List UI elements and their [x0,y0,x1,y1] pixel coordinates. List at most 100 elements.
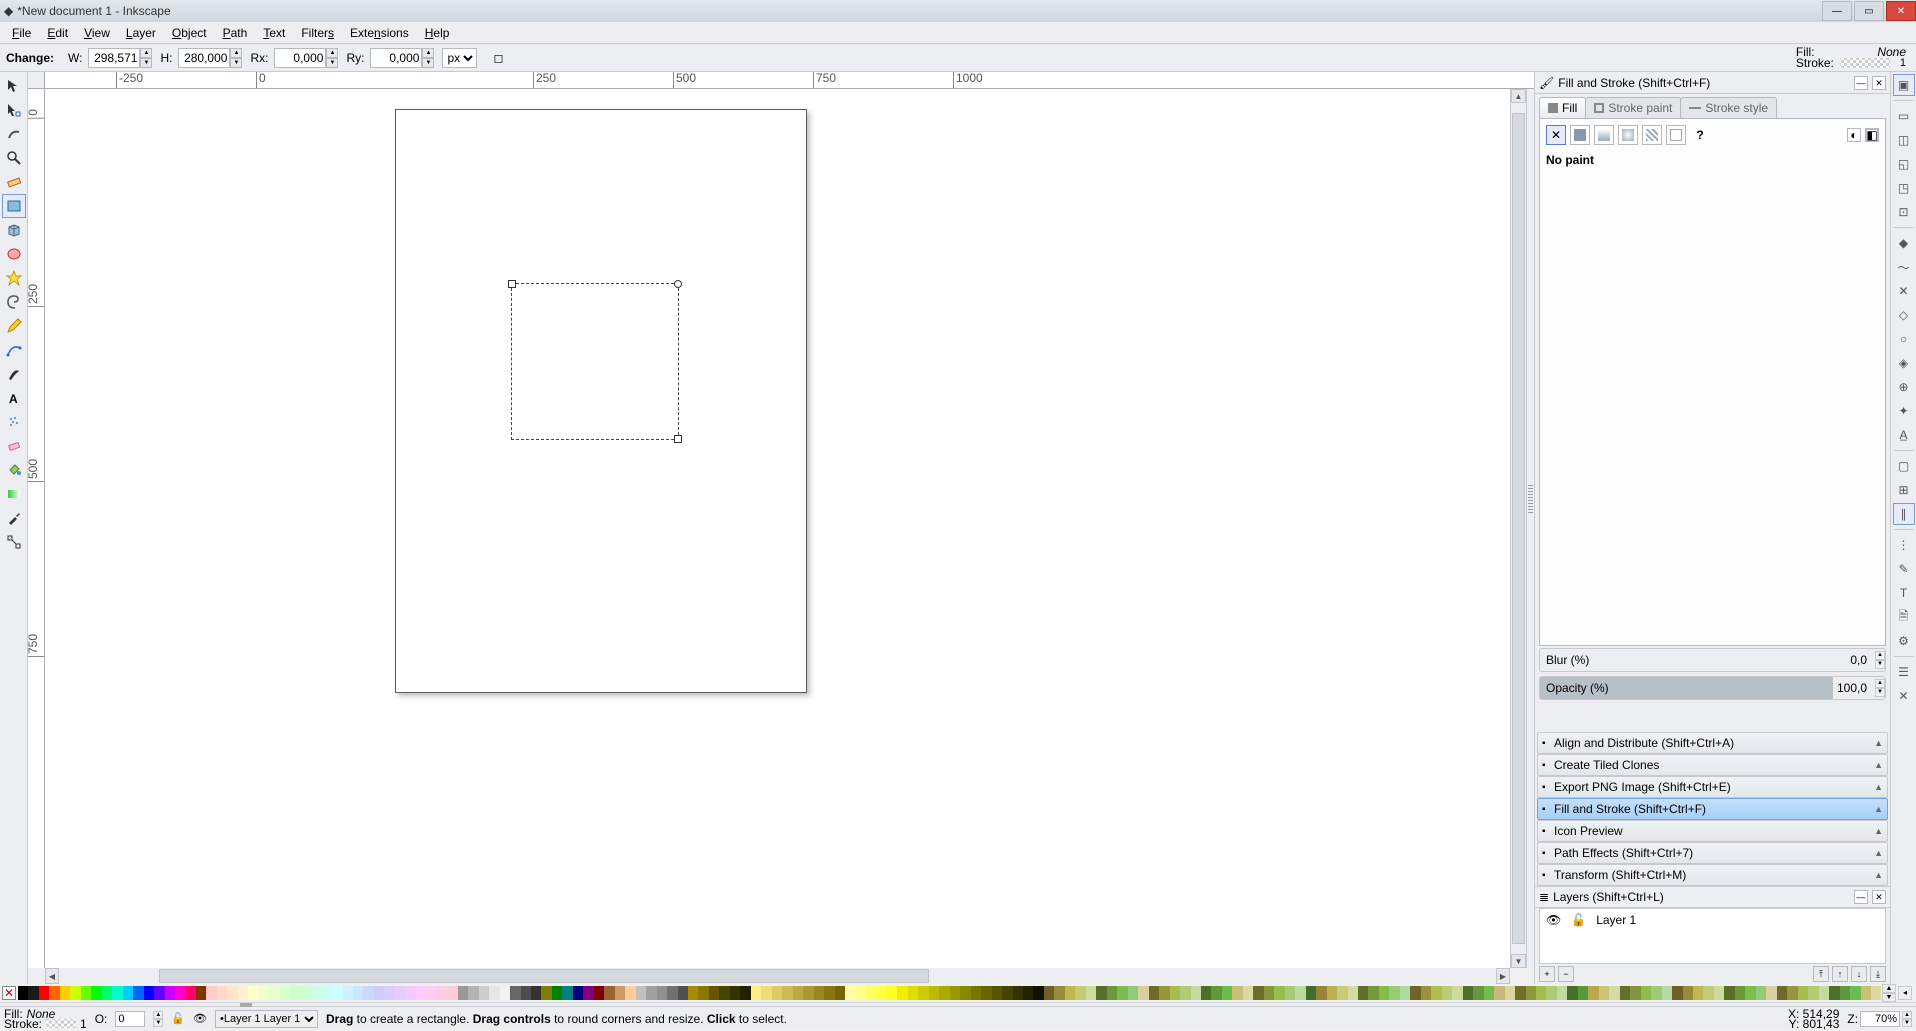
color-swatch[interactable] [709,986,719,1000]
color-swatch[interactable] [657,986,667,1000]
menu-filters[interactable]: Filters [293,23,342,43]
snap-close-icon[interactable]: ✕ [1893,685,1915,707]
width-field[interactable] [88,48,140,68]
color-swatch[interactable] [280,986,290,1000]
color-swatch[interactable] [1546,986,1556,1000]
rx-input[interactable]: ▲▼ [274,48,338,68]
menu-help[interactable]: Help [417,23,458,43]
color-swatch[interactable] [866,986,876,1000]
color-swatch[interactable] [1232,986,1242,1000]
color-swatch[interactable] [1023,986,1033,1000]
dock-minimize-icon[interactable]: — [1854,76,1868,90]
close-button[interactable]: ✕ [1886,1,1916,21]
ry-input[interactable]: ▲▼ [370,48,434,68]
color-swatch[interactable] [1515,986,1525,1000]
snap-bbox-icon[interactable]: ▭ [1893,105,1915,127]
zoom-control[interactable]: Z: ▲▼ [1847,1011,1912,1027]
color-swatch[interactable] [259,986,269,1000]
color-swatch[interactable] [102,986,112,1000]
rectangle-tool[interactable] [2,194,26,218]
color-swatch[interactable] [1756,986,1766,1000]
color-swatch[interactable] [1662,986,1672,1000]
snap-rotation-center-icon[interactable]: ✦ [1893,400,1915,422]
tab-stroke-paint[interactable]: Stroke paint [1585,97,1681,118]
color-swatch[interactable] [1442,986,1452,1000]
snap-misc-icon[interactable]: ☰ [1893,661,1915,683]
dialog-row[interactable]: ▪Align and Distribute (Shift+Ctrl+A)▲ [1537,732,1888,754]
expand-icon[interactable]: ▲ [1874,826,1883,836]
color-swatch[interactable] [1201,986,1211,1000]
snap-prefs-icon[interactable]: ⚙ [1893,630,1915,652]
color-swatch[interactable] [1421,986,1431,1000]
color-swatch[interactable] [1672,986,1682,1000]
color-swatch[interactable] [1557,986,1567,1000]
color-swatch[interactable] [1264,986,1274,1000]
color-swatch[interactable] [1211,986,1221,1000]
ellipse-tool[interactable] [2,242,26,266]
color-swatch[interactable] [458,986,468,1000]
color-swatch[interactable] [1117,986,1127,1000]
fill-rule-nonzero-icon[interactable]: ◧ [1865,128,1879,142]
no-paint-button[interactable]: ✕ [1546,125,1566,145]
color-swatch[interactable] [447,986,457,1000]
lock-icon[interactable]: 🔓 [1571,913,1586,927]
color-swatch[interactable] [1829,986,1839,1000]
color-swatch[interactable] [782,986,792,1000]
corner-radius-handle-tr[interactable] [674,280,682,288]
ruler-vertical[interactable]: 0 250 500 750 [28,89,45,968]
color-swatch[interactable] [353,986,363,1000]
palette-menu-icon[interactable]: ◂ [1898,986,1912,1000]
color-swatch[interactable] [1065,986,1075,1000]
color-swatch[interactable] [489,986,499,1000]
color-swatch[interactable] [1588,986,1598,1000]
zoom-input[interactable] [1860,1011,1900,1027]
selected-rectangle[interactable] [511,283,679,440]
menu-path[interactable]: Path [215,23,256,43]
color-swatch[interactable] [1641,986,1651,1000]
color-swatch[interactable] [646,986,656,1000]
radial-gradient-button[interactable] [1618,125,1638,145]
color-swatch[interactable] [835,986,845,1000]
master-opacity-input[interactable] [115,1011,145,1027]
snap-bbox-midpoint-icon[interactable]: ◳ [1893,177,1915,199]
color-swatch[interactable] [562,986,572,1000]
expand-icon[interactable]: ▲ [1874,870,1883,880]
color-swatch[interactable] [1808,986,1818,1000]
expand-icon[interactable]: ▲ [1874,738,1883,748]
visibility-icon[interactable]: 👁 [1546,913,1561,927]
color-swatch[interactable] [91,986,101,1000]
color-swatch[interactable] [1798,986,1808,1000]
color-swatch[interactable] [887,986,897,1000]
color-swatch[interactable] [698,986,708,1000]
menu-view[interactable]: View [76,23,118,43]
raise-button[interactable]: ↑ [1832,966,1848,982]
menu-edit[interactable]: Edit [39,23,76,43]
snap-enable-icon[interactable]: ▣ [1893,74,1915,96]
canvas[interactable] [45,89,1510,968]
color-swatch[interactable] [594,986,604,1000]
rx-field[interactable] [274,48,326,68]
color-swatch[interactable] [1840,986,1850,1000]
color-swatch[interactable] [1086,986,1096,1000]
snap-intersection-icon[interactable]: ✕ [1893,280,1915,302]
dropper-tool[interactable] [2,506,26,530]
color-swatch[interactable] [981,986,991,1000]
pattern-button[interactable] [1642,125,1662,145]
color-swatch[interactable] [1536,986,1546,1000]
color-swatch[interactable] [1578,986,1588,1000]
color-swatch[interactable] [301,986,311,1000]
color-swatch[interactable] [1526,986,1536,1000]
color-swatch[interactable] [1159,986,1169,1000]
bucket-tool[interactable] [2,458,26,482]
panel-splitter[interactable] [1526,89,1534,968]
no-color-swatch[interactable]: ✕ [2,986,16,1000]
fill-rule-evenodd-icon[interactable]: ◐ [1847,128,1861,142]
color-swatch[interactable] [1295,986,1305,1000]
text-tool[interactable]: A [2,386,26,410]
color-swatch[interactable] [1389,986,1399,1000]
remove-layer-button[interactable]: − [1558,966,1574,982]
tweak-tool[interactable] [2,122,26,146]
color-swatch[interactable] [1379,986,1389,1000]
status-fill-stroke[interactable]: Fill:None Stroke:1 [4,1009,87,1029]
opacity-slider[interactable]: Opacity (%) 100,0 ▲▼ [1539,676,1886,700]
